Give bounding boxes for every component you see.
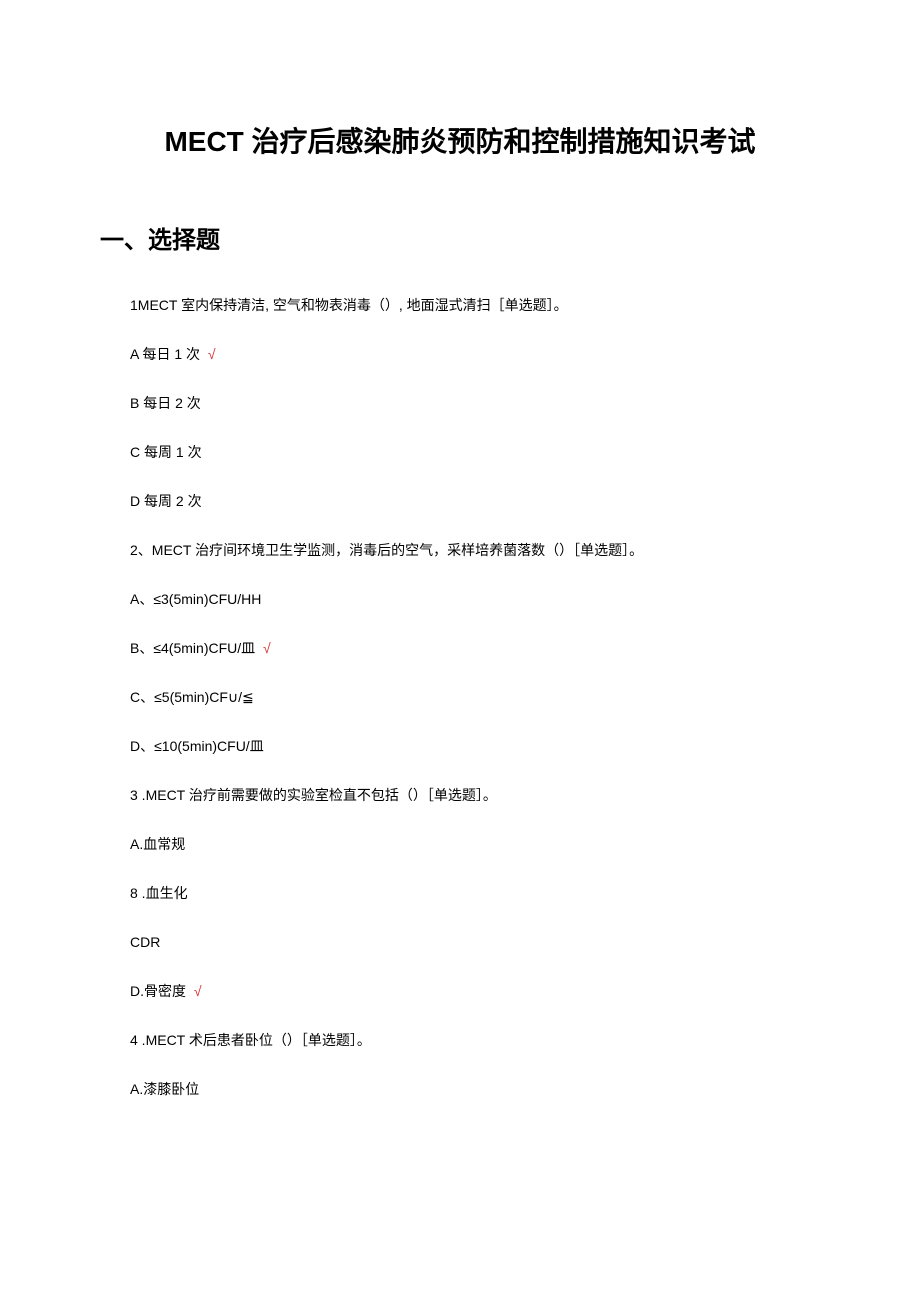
option-text: A.漆膝卧位 [130, 1081, 199, 1097]
questions-container: 1MECT 室内保持清洁, 空气和物表消毒（）, 地面湿式清扫［单选题］。 A 每… [100, 295, 820, 1100]
option-text: CDR [130, 934, 160, 950]
question-text: 1MECT 室内保持清洁, 空气和物表消毒（）, 地面湿式清扫［单选题］。 [130, 295, 820, 316]
option: CDR [130, 932, 820, 953]
option-text: B、≤4(5min)CFU/皿 [130, 640, 255, 656]
option: D 每周 2 次 [130, 491, 820, 512]
question-text: 3 .MECT 治疗前需要做的实验室检直不包括（）［单选题］。 [130, 785, 820, 806]
option: D.骨密度 √ [130, 981, 820, 1002]
correct-mark-icon: √ [194, 983, 202, 999]
option: B 每日 2 次 [130, 393, 820, 414]
option-text: A.血常规 [130, 836, 185, 852]
question-text: 2、MECT 治疗间环境卫生学监测，消毒后的空气，采样培养菌落数（）［单选题］。 [130, 540, 820, 561]
correct-mark-icon: √ [208, 346, 216, 362]
option: D、≤10(5min)CFU/皿 [130, 736, 820, 757]
option-text: A、≤3(5min)CFU/HH [130, 591, 261, 607]
option-text: D、≤10(5min)CFU/皿 [130, 738, 264, 754]
option: C、≤5(5min)CF∪/≦ [130, 687, 820, 708]
option: 8 .血生化 [130, 883, 820, 904]
question-text: 4 .MECT 术后患者卧位（）［单选题］。 [130, 1030, 820, 1051]
option: B、≤4(5min)CFU/皿 √ [130, 638, 820, 659]
section-heading: 一、选择题 [100, 220, 820, 255]
option-text: A 每日 1 次 [130, 346, 200, 362]
option-text: B 每日 2 次 [130, 395, 201, 411]
page-title: MECT 治疗后感染肺炎预防和控制措施知识考试 [100, 120, 820, 160]
option-text: D 每周 2 次 [130, 493, 202, 509]
option: A 每日 1 次 √ [130, 344, 820, 365]
document-page: MECT 治疗后感染肺炎预防和控制措施知识考试 一、选择题 1MECT 室内保持… [0, 0, 920, 1188]
option: A、≤3(5min)CFU/HH [130, 589, 820, 610]
correct-mark-icon: √ [263, 640, 271, 656]
option: A.漆膝卧位 [130, 1079, 820, 1100]
option-text: 8 .血生化 [130, 885, 188, 901]
option-text: C 每周 1 次 [130, 444, 202, 460]
option: C 每周 1 次 [130, 442, 820, 463]
option-text: C、≤5(5min)CF∪/≦ [130, 689, 254, 705]
option: A.血常规 [130, 834, 820, 855]
option-text: D.骨密度 [130, 983, 186, 999]
